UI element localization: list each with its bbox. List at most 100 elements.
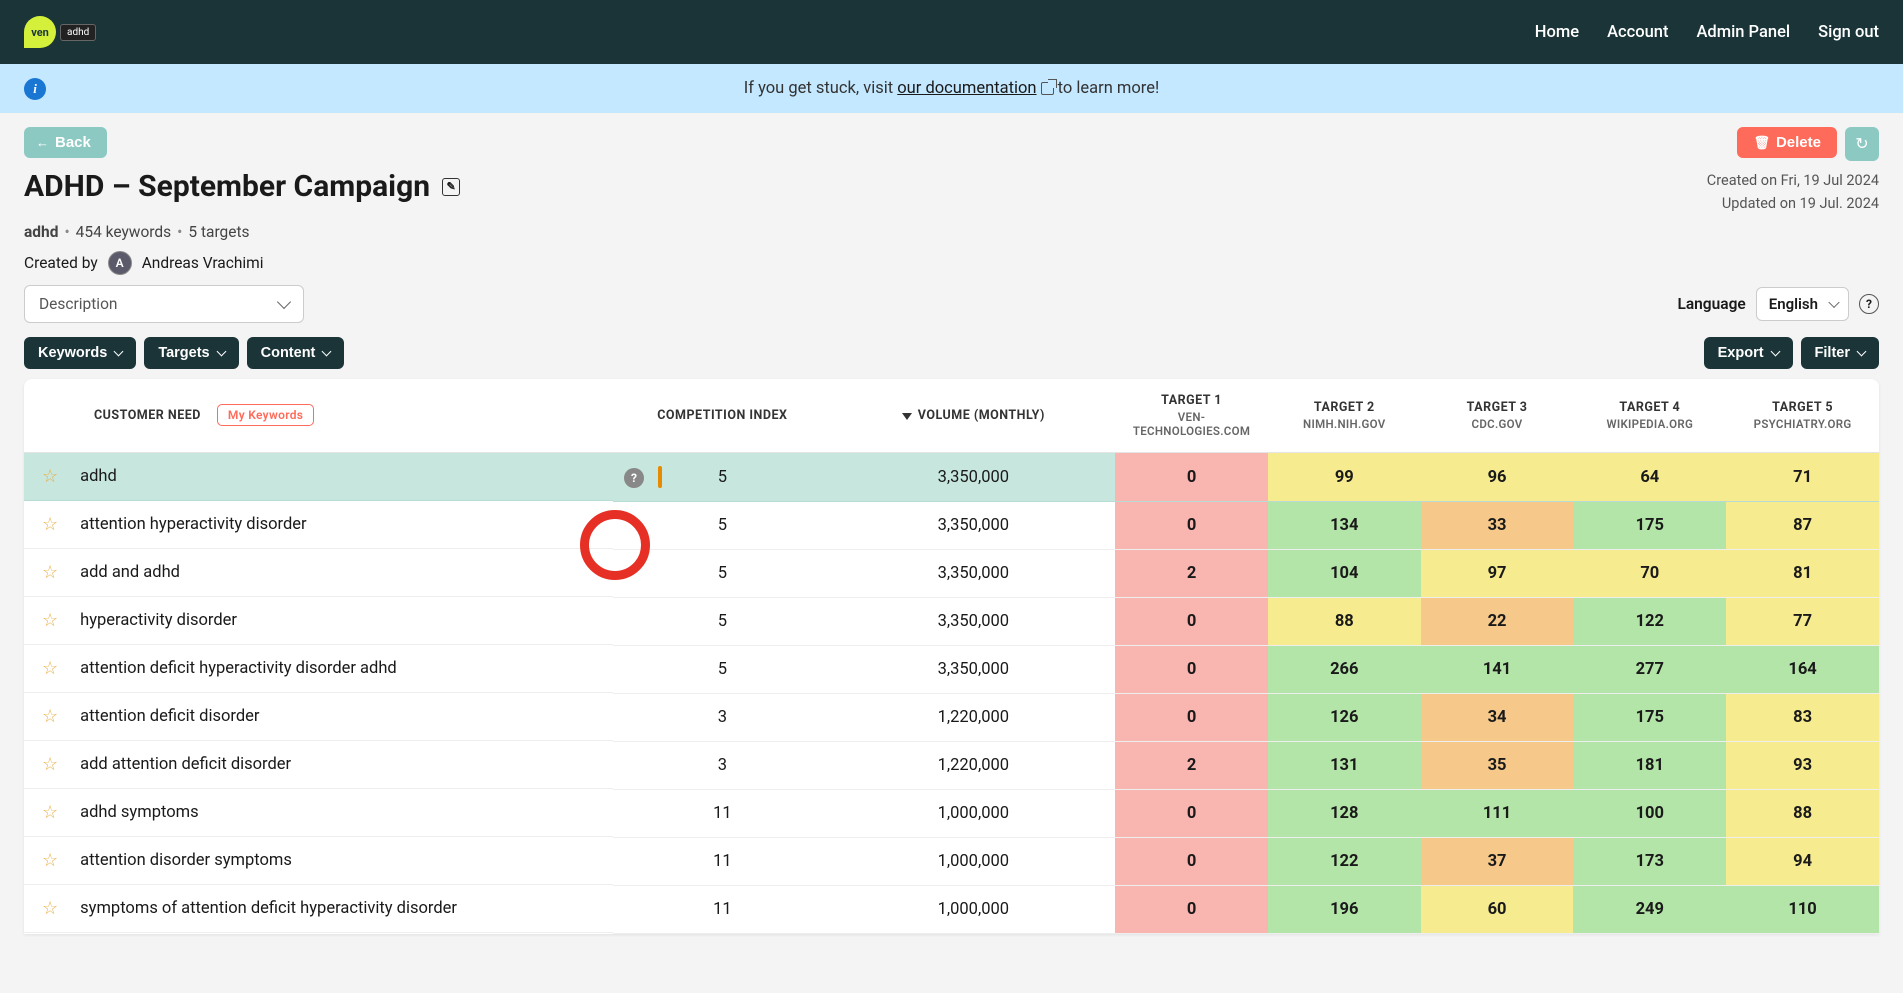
target-value: 128 (1268, 789, 1421, 837)
target-value: 0 (1115, 645, 1268, 693)
target-value: 196 (1268, 885, 1421, 933)
table-row[interactable]: ☆attention hyperactivity disorder53,350,… (24, 501, 1879, 549)
filter-dropdown[interactable]: Filter (1801, 337, 1879, 369)
language-label: Language (1677, 295, 1745, 313)
chevron-down-icon (216, 347, 226, 357)
table-row[interactable]: ☆adhd?53,350,000099966471 (24, 453, 1879, 502)
volume-value: 1,000,000 (831, 885, 1115, 933)
col-target-3[interactable]: TARGET 3CDC.GOV (1421, 379, 1574, 453)
volume-value: 1,000,000 (831, 837, 1115, 885)
help-icon[interactable]: ? (1859, 294, 1879, 314)
trash-icon (1753, 134, 1770, 151)
target-value: 64 (1573, 453, 1726, 502)
table-row[interactable]: ☆attention deficit hyperactivity disorde… (24, 645, 1879, 693)
language-select[interactable]: English (1756, 287, 1849, 321)
ci-value: 5 (613, 645, 831, 693)
star-icon[interactable]: ☆ (42, 658, 58, 679)
target-value: 249 (1573, 885, 1726, 933)
info-banner: i If you get stuck, visit our documentat… (0, 64, 1903, 113)
target-value: 126 (1268, 693, 1421, 741)
targets-dropdown[interactable]: Targets (144, 337, 238, 369)
table-row[interactable]: ☆add and adhd53,350,0002104977081 (24, 549, 1879, 597)
volume-value: 3,350,000 (831, 645, 1115, 693)
author-name: Andreas Vrachimi (142, 254, 264, 272)
description-select[interactable]: Description (24, 285, 304, 323)
target-value: 81 (1726, 549, 1879, 597)
star-icon[interactable]: ☆ (42, 466, 58, 487)
col-volume[interactable]: VOLUME (MONTHLY) (831, 379, 1115, 453)
star-icon[interactable]: ☆ (42, 562, 58, 583)
col-target-1[interactable]: TARGET 1VEN-TECHNOLOGIES.COM (1115, 379, 1268, 453)
volume-value: 3,350,000 (831, 453, 1115, 502)
author: Created by A Andreas Vrachimi (24, 251, 1879, 275)
delete-button[interactable]: Delete (1737, 127, 1837, 158)
table-row[interactable]: ☆add attention deficit disorder31,220,00… (24, 741, 1879, 789)
table-row[interactable]: ☆hyperactivity disorder53,350,0000882212… (24, 597, 1879, 645)
export-dropdown[interactable]: Export (1704, 337, 1793, 369)
target-value: 96 (1421, 453, 1574, 502)
filter-row: Keywords Targets Content Export Filter (0, 337, 1903, 379)
target-value: 266 (1268, 645, 1421, 693)
volume-value: 3,350,000 (831, 549, 1115, 597)
col-target-4[interactable]: TARGET 4WIKIPEDIA.ORG (1573, 379, 1726, 453)
content-dropdown[interactable]: Content (247, 337, 345, 369)
target-value: 131 (1268, 741, 1421, 789)
target-value: 88 (1726, 789, 1879, 837)
nav-signout[interactable]: Sign out (1818, 23, 1879, 42)
nav-home[interactable]: Home (1535, 23, 1579, 42)
table-row[interactable]: ☆attention disorder symptoms111,000,0000… (24, 837, 1879, 885)
ci-value: 11 (613, 789, 831, 837)
table-row[interactable]: ☆ symptoms of attention deficit hyperacti… (24, 885, 1879, 933)
ci-value: 5 (613, 501, 831, 549)
target-value: 33 (1421, 501, 1574, 549)
logo[interactable]: ven adhd (24, 16, 96, 48)
edit-icon[interactable]: ✎ (442, 178, 460, 196)
star-icon[interactable]: ☆ (42, 706, 58, 727)
chevron-down-icon (1770, 347, 1780, 357)
sort-desc-icon (902, 413, 912, 420)
ci-value: 3 (613, 693, 831, 741)
target-value: 87 (1726, 501, 1879, 549)
star-icon[interactable]: ☆ (42, 802, 58, 823)
col-target-2[interactable]: TARGET 2NIMH.NIH.GOV (1268, 379, 1421, 453)
star-icon[interactable]: ☆ (42, 850, 58, 871)
target-value: 164 (1726, 645, 1879, 693)
star-icon[interactable]: ☆ (42, 610, 58, 631)
my-keywords-badge[interactable]: My Keywords (217, 404, 314, 426)
nav-account[interactable]: Account (1607, 23, 1668, 42)
volume-value: 1,220,000 (831, 693, 1115, 741)
target-value: 0 (1115, 597, 1268, 645)
ci-value: 3 (613, 741, 831, 789)
table-row[interactable]: ☆adhd symptoms111,000,000012811110088 (24, 789, 1879, 837)
target-value: 100 (1573, 789, 1726, 837)
keyword-text: hyperactivity disorder (80, 611, 237, 630)
volume-value: 3,350,000 (831, 597, 1115, 645)
refresh-button[interactable] (1845, 127, 1879, 161)
target-value: 0 (1115, 837, 1268, 885)
target-value: 2 (1115, 741, 1268, 789)
banner-suffix: to learn more! (1058, 79, 1160, 98)
col-target-5[interactable]: TARGET 5PSYCHIATRY.ORG (1726, 379, 1879, 453)
keyword-text: attention disorder symptoms (80, 851, 292, 870)
campaign-meta: Created on Fri, 19 Jul 2024 Updated on 1… (1707, 169, 1879, 215)
keyword-text: attention hyperactivity disorder (80, 515, 307, 534)
keyword-text: symptoms of attention deficit hyperactiv… (80, 899, 457, 918)
target-value: 175 (1573, 693, 1726, 741)
star-icon[interactable]: ☆ (42, 898, 58, 919)
star-icon[interactable]: ☆ (42, 754, 58, 775)
col-customer-need[interactable]: CUSTOMER NEEDMy Keywords (24, 379, 613, 453)
keyword-text: add attention deficit disorder (80, 755, 291, 774)
nav-admin[interactable]: Admin Panel (1696, 23, 1790, 42)
question-icon[interactable]: ? (624, 468, 644, 488)
title-row: ADHD – September Campaign ✎ Created on F… (0, 161, 1903, 215)
back-button[interactable]: ←Back (24, 127, 107, 158)
info-icon: i (24, 78, 46, 100)
target-value: 173 (1573, 837, 1726, 885)
star-icon[interactable]: ☆ (42, 514, 58, 535)
keywords-dropdown[interactable]: Keywords (24, 337, 136, 369)
table-row[interactable]: ☆attention deficit disorder31,220,000012… (24, 693, 1879, 741)
target-value: 70 (1573, 549, 1726, 597)
col-competition-index[interactable]: COMPETITION INDEX (613, 379, 831, 453)
nav-links: Home Account Admin Panel Sign out (1535, 23, 1879, 42)
banner-doc-link[interactable]: our documentation (897, 79, 1036, 98)
